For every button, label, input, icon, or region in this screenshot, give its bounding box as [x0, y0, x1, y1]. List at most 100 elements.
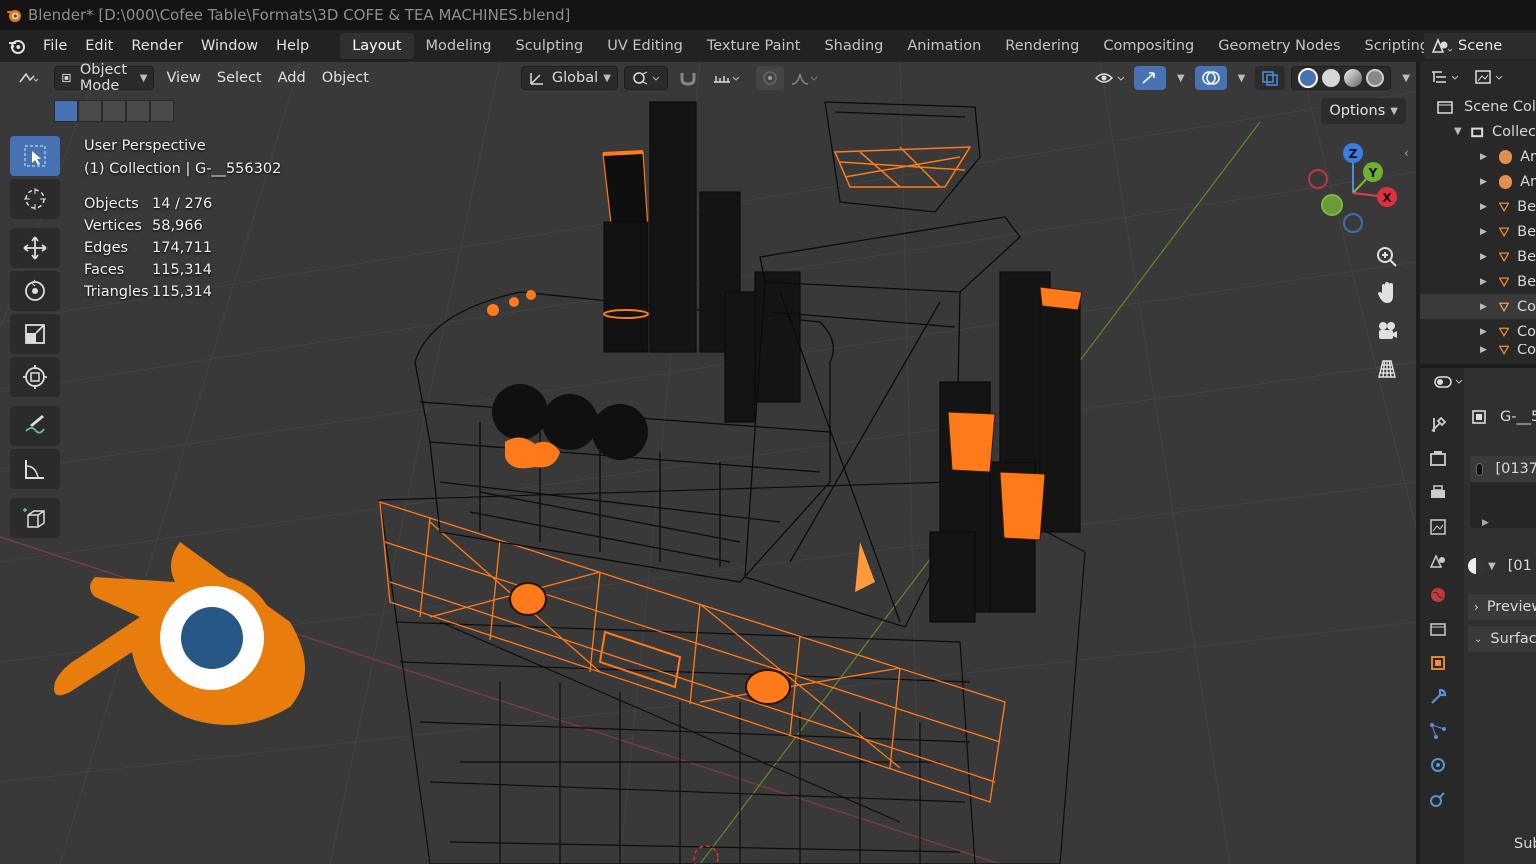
outliner[interactable]: Scene Col ▼ Collec ▶ Ar ▶ Ar ▶ Be ▶ Be ▶ Be ▶… — [1420, 62, 1536, 364]
material-slot-list[interactable]: [0137 ▶ — [1470, 456, 1536, 528]
material-browse-row[interactable]: ▼ [01 — [1468, 558, 1532, 574]
physics-tab-orbit-icon[interactable] — [1420, 748, 1456, 782]
overlay-dropdown[interactable]: ▼ — [1227, 66, 1252, 90]
outliner-item[interactable]: ▶ Co — [1420, 319, 1536, 344]
scene-selector[interactable]: Scene — [1424, 33, 1536, 59]
material-slot-row[interactable]: [0137 — [1470, 456, 1536, 482]
solid-shading-icon[interactable] — [1322, 69, 1341, 87]
annotate-tool[interactable] — [10, 406, 60, 446]
camera-view-button[interactable] — [1370, 314, 1404, 348]
select-box-tool[interactable] — [10, 136, 60, 176]
output-tab-printer-icon[interactable] — [1420, 476, 1456, 510]
add-cube-tool[interactable] — [10, 498, 60, 538]
surface-panel-header[interactable]: ⌄ Surface — [1468, 626, 1536, 652]
outliner-scene-collection[interactable]: Scene Col — [1420, 94, 1536, 119]
expand-arrow-icon[interactable]: ▶ — [1480, 227, 1487, 237]
menu-object[interactable]: Object — [314, 70, 377, 86]
expand-arrow-icon[interactable]: ▶ — [1480, 202, 1487, 212]
tab-uv-editing[interactable]: UV Editing — [595, 33, 695, 59]
modifier-tab-wrench-icon[interactable] — [1420, 680, 1456, 714]
move-tool[interactable] — [10, 228, 60, 268]
expand-arrow-icon[interactable]: ▶ — [1480, 252, 1487, 262]
outliner-item[interactable]: ▶ Ar — [1420, 169, 1536, 194]
select-extend-icon[interactable] — [78, 100, 102, 122]
gizmo-dropdown[interactable]: ▼ — [1166, 66, 1191, 90]
tab-animation[interactable]: Animation — [895, 33, 993, 59]
proportional-edit-toggle[interactable] — [755, 66, 784, 90]
render-tab-camera-icon[interactable] — [1420, 442, 1456, 476]
rendered-shading-icon[interactable] — [1366, 69, 1385, 87]
menu-window[interactable]: Window — [192, 30, 267, 62]
expand-arrow-icon[interactable]: ▶ — [1480, 152, 1487, 162]
outliner-item[interactable]: ▶ Be — [1420, 269, 1536, 294]
tab-sculpting[interactable]: Sculpting — [503, 33, 595, 59]
3d-viewport[interactable]: Object Mode ▼ View Select Add Object Glo… — [0, 62, 1416, 864]
scale-tool[interactable] — [10, 314, 60, 354]
material-browse-icon[interactable] — [1468, 558, 1484, 574]
outliner-item[interactable]: ▶ Co — [1420, 294, 1536, 319]
expand-arrow-icon[interactable]: ▶ — [1480, 277, 1487, 287]
outliner-collection[interactable]: ▼ Collec — [1420, 119, 1536, 144]
outliner-item[interactable]: ▶ Ar — [1420, 144, 1536, 169]
expand-arrow-icon[interactable]: ▶ — [1480, 302, 1487, 312]
expand-arrow-icon[interactable]: ▶ — [1482, 518, 1489, 528]
snap-toggle[interactable] — [672, 66, 706, 90]
expand-arrow-icon[interactable]: ▶ — [1480, 177, 1487, 187]
properties-editor-type-icon[interactable] — [1432, 372, 1468, 396]
outliner-editor-icon[interactable] — [1430, 69, 1464, 87]
xray-toggle[interactable] — [1255, 66, 1286, 90]
pan-button[interactable] — [1370, 276, 1404, 310]
object-tab-square-icon[interactable] — [1420, 646, 1456, 680]
select-intersect-icon[interactable] — [150, 100, 174, 122]
material-shading-icon[interactable] — [1344, 69, 1363, 87]
menu-add[interactable]: Add — [270, 70, 314, 86]
constraints-tab-icon[interactable] — [1420, 782, 1456, 816]
outliner-item[interactable]: ▶ Be — [1420, 219, 1536, 244]
menu-select[interactable]: Select — [209, 70, 270, 86]
editor-type-button[interactable] — [12, 66, 46, 90]
snap-target-dropdown[interactable] — [706, 66, 748, 90]
properties-editor[interactable]: G-__55 [0137 ▶ ▼ [01 › Preview ⌄ Surface — [1420, 368, 1536, 864]
options-dropdown[interactable]: Options ▼ — [1321, 98, 1406, 124]
preview-panel-header[interactable]: › Preview — [1468, 594, 1536, 620]
expand-arrow-icon[interactable]: ▶ — [1480, 345, 1487, 355]
select-invert-icon[interactable] — [126, 100, 150, 122]
outliner-item[interactable]: ▶ Be — [1420, 194, 1536, 219]
scene-tab-icon[interactable] — [1420, 544, 1456, 578]
ortho-toggle-button[interactable] — [1370, 352, 1404, 386]
world-tab-globe-icon[interactable] — [1420, 578, 1456, 612]
pivot-dropdown[interactable] — [623, 66, 668, 90]
tab-geometry-nodes[interactable]: Geometry Nodes — [1206, 33, 1352, 59]
mode-dropdown[interactable]: Object Mode ▼ — [54, 62, 155, 94]
view-layer-tab-image-icon[interactable] — [1420, 510, 1456, 544]
select-subtract-icon[interactable] — [102, 100, 126, 122]
outliner-item[interactable]: ▶ Co — [1420, 344, 1536, 356]
display-mode-icon[interactable] — [1474, 69, 1508, 87]
gizmo-toggle[interactable] — [1133, 66, 1166, 90]
zoom-button[interactable] — [1370, 240, 1404, 274]
overlay-toggle[interactable] — [1194, 66, 1227, 90]
tool-tab-wrench-screwdriver-icon[interactable] — [1420, 408, 1456, 442]
transform-tool[interactable] — [10, 357, 60, 397]
tab-modeling[interactable]: Modeling — [414, 33, 504, 59]
outliner-item[interactable]: ▶ Be — [1420, 244, 1536, 269]
tab-rendering[interactable]: Rendering — [993, 33, 1091, 59]
menu-render[interactable]: Render — [122, 30, 192, 62]
cursor-tool[interactable] — [10, 179, 60, 219]
select-new-icon[interactable] — [54, 100, 78, 122]
particles-tab-icon[interactable] — [1420, 714, 1456, 748]
blender-menu-icon[interactable] — [0, 30, 34, 62]
tab-compositing[interactable]: Compositing — [1091, 33, 1206, 59]
expand-arrow-icon[interactable]: ▶ — [1480, 327, 1487, 337]
tab-layout[interactable]: Layout — [340, 33, 414, 59]
collapse-sidebar-icon[interactable]: ‹ — [1404, 146, 1409, 160]
wireframe-shading-icon[interactable] — [1298, 68, 1319, 88]
collection-tab-box-icon[interactable] — [1420, 612, 1456, 646]
tab-texture-paint[interactable]: Texture Paint — [695, 33, 813, 59]
navigation-gizmo[interactable]: Z Y X — [1300, 138, 1410, 248]
menu-view[interactable]: View — [158, 70, 208, 86]
visibility-dropdown[interactable] — [1088, 66, 1134, 90]
rotate-tool[interactable] — [10, 271, 60, 311]
falloff-dropdown[interactable] — [784, 66, 826, 90]
expand-arrow-icon[interactable]: ▼ — [1454, 126, 1462, 137]
